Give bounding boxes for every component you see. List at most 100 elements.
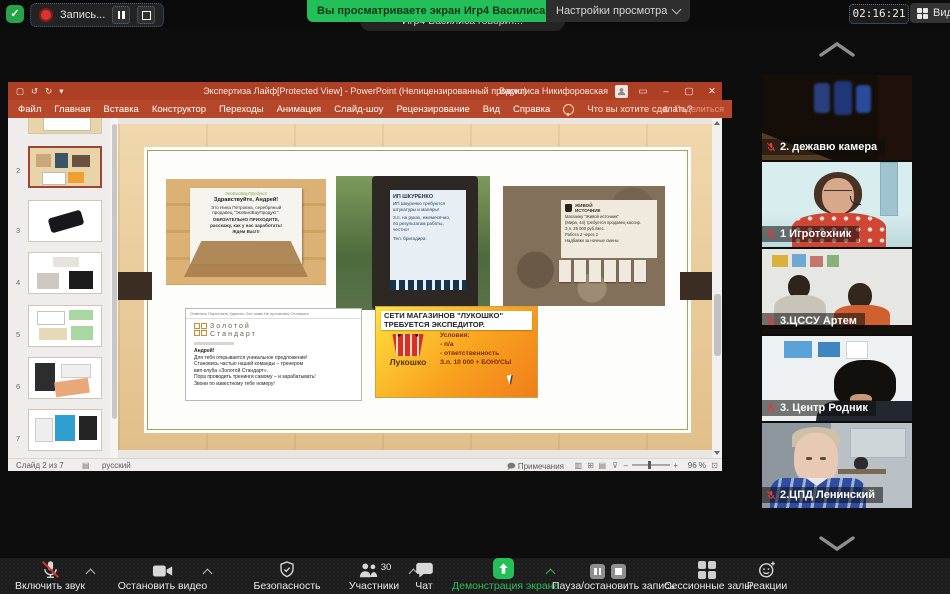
zoom-out-button[interactable]: – — [624, 461, 628, 470]
chevron-down-icon — [671, 4, 682, 15]
muted-mic-icon — [766, 316, 776, 326]
undo-icon[interactable]: ↺ — [31, 86, 38, 97]
ribbon-tab-bar: Файл Главная Вставка Конструктор Переход… — [8, 100, 732, 118]
tab-home[interactable]: Главная — [54, 104, 90, 115]
chat-bubble-icon — [415, 562, 433, 578]
zoom-slider-thumb[interactable] — [648, 461, 651, 469]
tab-transitions[interactable]: Переходы — [219, 104, 264, 115]
tab-insert[interactable]: Вставка — [104, 104, 139, 115]
slide-image-lukoshko-ad: СЕТИ МАГАЗИНОВ "ЛУКОШКО" ТРЕБУЕТСЯ ЭКСПЕ… — [375, 306, 538, 398]
tab-help[interactable]: Справка — [513, 104, 550, 115]
editor-scrollbar[interactable] — [712, 118, 722, 458]
video-thumbnail[interactable]: 2.ЦПД Ленинский — [762, 423, 912, 508]
zoom-in-button[interactable]: + — [673, 461, 678, 470]
view-options-dropdown[interactable]: Настройки просмотра — [546, 0, 691, 22]
close-button[interactable]: ✕ — [704, 86, 720, 97]
quick-access-toolbar[interactable]: ▢ ↺ ↻ ▾ — [16, 86, 64, 97]
save-icon[interactable]: ▢ — [16, 86, 24, 97]
muted-mic-icon — [766, 490, 776, 500]
pause-stop-recording-button[interactable]: Пауза/остановить запись — [552, 560, 675, 592]
tab-review[interactable]: Рецензирование — [396, 104, 469, 115]
zoom-meeting-window: ✓ Запись... Игр4 Василиса говорит... Вы … — [0, 0, 950, 594]
reactions-button[interactable]: Реакции — [738, 560, 796, 592]
scroll-up-arrow[interactable] — [714, 121, 720, 125]
meeting-control-bar: Включить звук Остановить видео Безопасно… — [0, 558, 950, 594]
zoom-slider[interactable] — [632, 461, 670, 469]
stop-video-button[interactable]: Остановить видео — [100, 560, 225, 592]
tab-animations[interactable]: Анимация — [277, 104, 322, 115]
meeting-timer: 02:16:21 — [849, 4, 909, 24]
chat-button[interactable]: Чат — [398, 560, 450, 592]
tab-file[interactable]: Файл — [18, 104, 41, 115]
muted-mic-icon — [766, 142, 776, 152]
video-camera-icon — [152, 565, 172, 577]
pause-recording-button[interactable] — [112, 6, 131, 24]
slide-thumbnail-2-selected[interactable] — [28, 146, 102, 188]
video-thumbnail[interactable]: 2. дежавю камера — [762, 75, 912, 160]
notes-button[interactable]: 🗩 Примечания — [507, 461, 564, 475]
scroll-participants-down-chevron[interactable] — [815, 533, 859, 555]
share-button[interactable]: Поделиться — [662, 104, 724, 114]
current-slide: ЭкоБиоВауПродукт Здравствуйте, Андрей! Э… — [118, 124, 712, 450]
share-screen-button[interactable]: Демонстрация экрана — [452, 558, 559, 592]
restore-button[interactable]: ▢ — [681, 86, 697, 97]
zoom-level[interactable]: 96 % — [688, 461, 706, 470]
slide-sorter-view-icon[interactable]: ⊞ — [587, 461, 594, 470]
scrollbar-thumb[interactable] — [713, 294, 721, 356]
cup-logo-icon — [565, 204, 572, 213]
breakout-rooms-icon — [698, 561, 716, 579]
participant-name-label: 3.ЦССУ Артем — [762, 313, 865, 329]
powerpoint-window: ▢ ↺ ↻ ▾ Экспертиза Лайф[Protected View] … — [8, 82, 732, 471]
slide-thumbnail-5[interactable] — [28, 305, 102, 347]
redo-icon[interactable]: ↻ — [45, 86, 52, 97]
view-button[interactable]: Вид — [910, 3, 950, 23]
slide-counter: Слайд 2 из 7 — [16, 460, 64, 470]
thumbnail-scrollbar[interactable] — [110, 118, 118, 458]
normal-view-icon[interactable]: ▥ — [574, 461, 582, 470]
stop-record-icon[interactable] — [611, 564, 626, 579]
email-toolbar: Ответить Переслать Удалить Это спам Не п… — [186, 309, 361, 319]
slide-thumbnail-6[interactable] — [28, 357, 102, 399]
slideshow-view-icon[interactable]: ⊽ — [612, 461, 618, 470]
customize-qat-icon[interactable]: ▾ — [59, 86, 63, 97]
minimize-button[interactable]: – — [658, 86, 674, 97]
tear-off-tabs — [559, 260, 646, 282]
stop-recording-button[interactable] — [137, 6, 156, 24]
screen-share-banner: Вы просматриваете экран Игр4 Василиса — [307, 0, 579, 22]
accessibility-icon[interactable]: ▤ — [82, 461, 90, 470]
reading-view-icon[interactable]: ▤ — [598, 461, 606, 470]
security-button[interactable]: Безопасность — [243, 560, 331, 592]
person-icon — [617, 87, 626, 95]
slide-image-bulletin-ad: ЖИВОЙ ИСТОЧНИК Магазину "Живой источник"… — [503, 186, 665, 306]
basket-icon — [392, 334, 424, 356]
scroll-down-arrow[interactable] — [714, 451, 720, 455]
language-indicator[interactable]: русский — [102, 461, 131, 470]
tab-view[interactable]: Вид — [483, 104, 500, 115]
fit-to-window-icon[interactable]: ⊡ — [711, 461, 718, 470]
gallery-view-icon — [917, 7, 928, 19]
reactions-smiley-icon — [759, 561, 775, 578]
ribbon-display-options-icon[interactable]: ▭ — [635, 86, 651, 97]
tab-slideshow[interactable]: Слайд-шоу — [334, 104, 383, 115]
video-thumbnail[interactable]: 3.ЦССУ Артем — [762, 249, 912, 334]
security-shield-icon[interactable]: ✓ — [6, 5, 24, 23]
scroll-participants-up-chevron[interactable] — [815, 38, 859, 60]
slide-thumbnail-1[interactable] — [28, 118, 102, 134]
pause-record-icon[interactable] — [590, 564, 605, 579]
participants-count: 30 — [380, 562, 392, 573]
envelope-flap — [184, 241, 308, 277]
tab-design[interactable]: Конструктор — [152, 104, 206, 115]
slide-thumbnail-7[interactable] — [28, 409, 102, 451]
muted-mic-icon — [766, 229, 776, 239]
recording-indicator: Запись... — [30, 3, 165, 27]
slide-thumbnail-4[interactable] — [28, 252, 102, 294]
mouse-cursor — [506, 374, 515, 385]
muted-mic-icon — [41, 561, 59, 578]
powerpoint-status-bar: Слайд 2 из 7 ▤ русский 🗩 Примечания ▥ ⊞ … — [8, 458, 722, 471]
slide-thumbnail-3[interactable] — [28, 200, 102, 242]
video-thumbnail[interactable]: 1 Игротехник — [762, 162, 912, 247]
account-avatar[interactable] — [615, 84, 628, 98]
unmute-button[interactable]: Включить звук — [4, 560, 96, 592]
powerpoint-title-bar: ▢ ↺ ↻ ▾ Экспертиза Лайф[Protected View] … — [8, 82, 722, 100]
video-thumbnail[interactable]: 3. Центр Родник — [762, 336, 912, 421]
